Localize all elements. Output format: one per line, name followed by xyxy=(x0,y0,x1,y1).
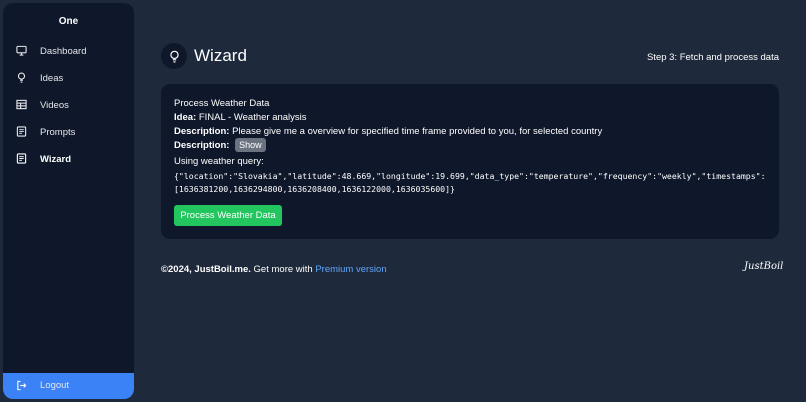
show-button[interactable]: Show xyxy=(235,138,266,152)
description-label: Description: xyxy=(174,140,230,151)
lightbulb-icon xyxy=(161,43,187,69)
premium-link[interactable]: Premium version xyxy=(315,264,386,275)
card-heading: Process Weather Data xyxy=(174,98,270,109)
sidebar-item-label: Wizard xyxy=(40,153,72,165)
document-icon xyxy=(16,153,27,164)
lightbulb-icon xyxy=(16,72,27,83)
sidebar-item-dashboard[interactable]: Dashboard xyxy=(3,40,134,62)
sidebar-item-label: Ideas xyxy=(40,72,64,84)
sidebar-item-label: Prompts xyxy=(40,126,76,138)
step-indicator: Step 3: Fetch and process data xyxy=(646,52,779,63)
idea-row: Idea: FINAL - Weather analysis xyxy=(174,112,307,123)
query-text: [1636381200,1636294800,1636208400,163612… xyxy=(174,184,455,194)
document-icon xyxy=(16,126,27,137)
sidebar-item-label: Videos xyxy=(40,99,69,111)
weather-card: Process Weather Data Idea: FINAL - Weath… xyxy=(161,84,779,239)
sidebar-brand: One xyxy=(58,16,79,27)
description-value: Please give me a overview for specified … xyxy=(232,126,603,137)
footer: ©2024, JustBoil.me. Get more with Premiu… xyxy=(161,264,387,275)
idea-value: FINAL - Weather analysis xyxy=(198,112,307,123)
idea-label: Idea: xyxy=(174,112,197,123)
description-toggle-row: Description: Show xyxy=(174,138,266,152)
description-label: Description: xyxy=(174,126,230,137)
sidebar-item-prompts[interactable]: Prompts xyxy=(3,121,134,143)
description-row: Description: Please give me a overview f… xyxy=(174,126,602,137)
logout-button[interactable]: Logout xyxy=(3,373,134,399)
sidebar-item-ideas[interactable]: Ideas xyxy=(3,67,134,89)
sidebar-item-label: Dashboard xyxy=(40,45,87,57)
sidebar-item-wizard[interactable]: Wizard xyxy=(3,148,134,170)
sidebar: One Dashboard Ideas Videos Prompts Wizar… xyxy=(3,3,134,399)
query-text: {"location":"Slovakia","latitude":48.669… xyxy=(174,171,766,181)
logout-icon xyxy=(16,380,27,391)
process-weather-data-button[interactable]: Process Weather Data xyxy=(174,205,282,226)
sidebar-item-videos[interactable]: Videos xyxy=(3,94,134,116)
page-title: Wizard xyxy=(194,46,247,65)
footer-text: Get more with xyxy=(250,264,316,275)
footer-copyright: ©2024, JustBoil.me. xyxy=(161,264,251,275)
query-label: Using weather query: xyxy=(174,156,264,167)
monitor-icon xyxy=(16,45,27,56)
footer-logo: JustBoil xyxy=(744,261,784,272)
table-icon xyxy=(16,99,27,110)
logout-label: Logout xyxy=(40,380,70,391)
